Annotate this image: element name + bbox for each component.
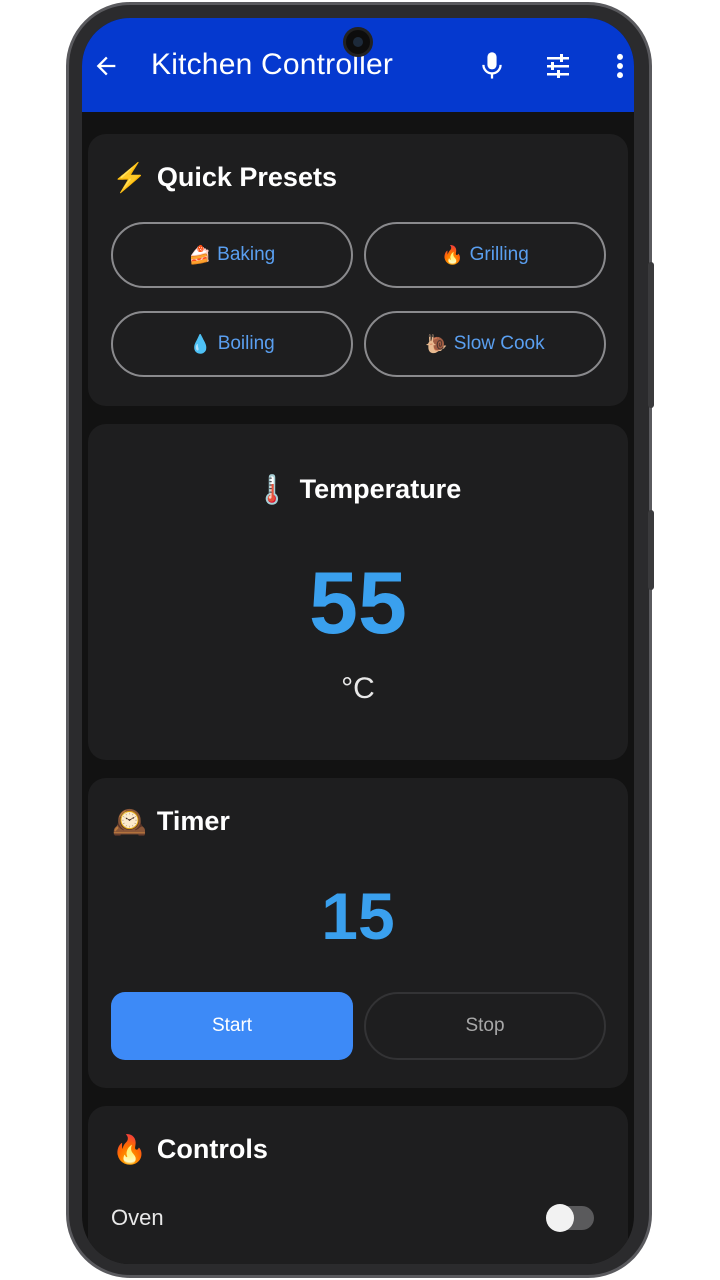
preset-label: Slow Cook: [453, 333, 545, 354]
stop-button[interactable]: Stop: [364, 992, 606, 1060]
timer-title-text: Timer: [156, 806, 230, 836]
preset-slow-cook-button[interactable]: 🐌 Slow Cook: [364, 311, 606, 377]
oven-toggle[interactable]: [546, 1204, 594, 1232]
temperature-card: 🌡️ Temperature 55 °C: [88, 424, 628, 760]
toggle-knob: [546, 1204, 574, 1232]
presets-title-text: Quick Presets: [156, 162, 337, 192]
preset-label: Baking: [217, 244, 276, 265]
preset-boiling-button[interactable]: 💧 Boiling: [111, 311, 353, 377]
thermometer-icon: 🌡️: [254, 473, 290, 505]
power-button: [648, 510, 654, 590]
volume-button: [648, 262, 654, 408]
tune-sliders-icon[interactable]: [544, 50, 572, 82]
lightning-icon: ⚡: [112, 161, 147, 193]
microphone-icon[interactable]: [478, 50, 506, 82]
presets-title: ⚡ Quick Presets: [112, 162, 337, 193]
timer-title: 🕰️ Timer: [112, 806, 230, 837]
cake-icon: 🍰: [188, 244, 212, 265]
temperature-title: 🌡️ Temperature: [88, 474, 628, 505]
fire-icon: 🔥: [112, 1133, 147, 1165]
more-vert-icon[interactable]: [610, 50, 630, 82]
front-camera: [343, 27, 373, 57]
controls-title-text: Controls: [156, 1134, 268, 1164]
preset-label: Grilling: [469, 244, 529, 265]
preset-grilling-button[interactable]: 🔥 Grilling: [364, 222, 606, 288]
timer-value: 15: [321, 879, 395, 953]
presets-card: ⚡ Quick Presets 🍰 Baking 🔥 Grilling 💧 Bo…: [88, 134, 628, 406]
controls-card: 🔥 Controls Oven: [88, 1106, 628, 1264]
fire-icon: 🔥: [441, 244, 464, 265]
preset-baking-button[interactable]: 🍰 Baking: [111, 222, 353, 288]
droplet-icon: 💧: [189, 333, 212, 354]
temperature-title-text: Temperature: [299, 474, 462, 504]
back-arrow-icon[interactable]: [92, 52, 120, 80]
temperature-value: 55: [309, 553, 407, 652]
clock-icon: 🕰️: [112, 805, 147, 837]
temperature-unit: °C: [341, 672, 375, 705]
screen: Kitchen Controller ⚡ Quick Presets 🍰 Bak…: [82, 18, 634, 1264]
oven-label: Oven: [111, 1205, 164, 1230]
snail-icon: 🐌: [425, 333, 448, 354]
controls-title: 🔥 Controls: [112, 1134, 268, 1165]
preset-label: Boiling: [217, 333, 275, 354]
start-button[interactable]: Start: [111, 992, 353, 1060]
timer-card: 🕰️ Timer 15 Start Stop: [88, 778, 628, 1088]
